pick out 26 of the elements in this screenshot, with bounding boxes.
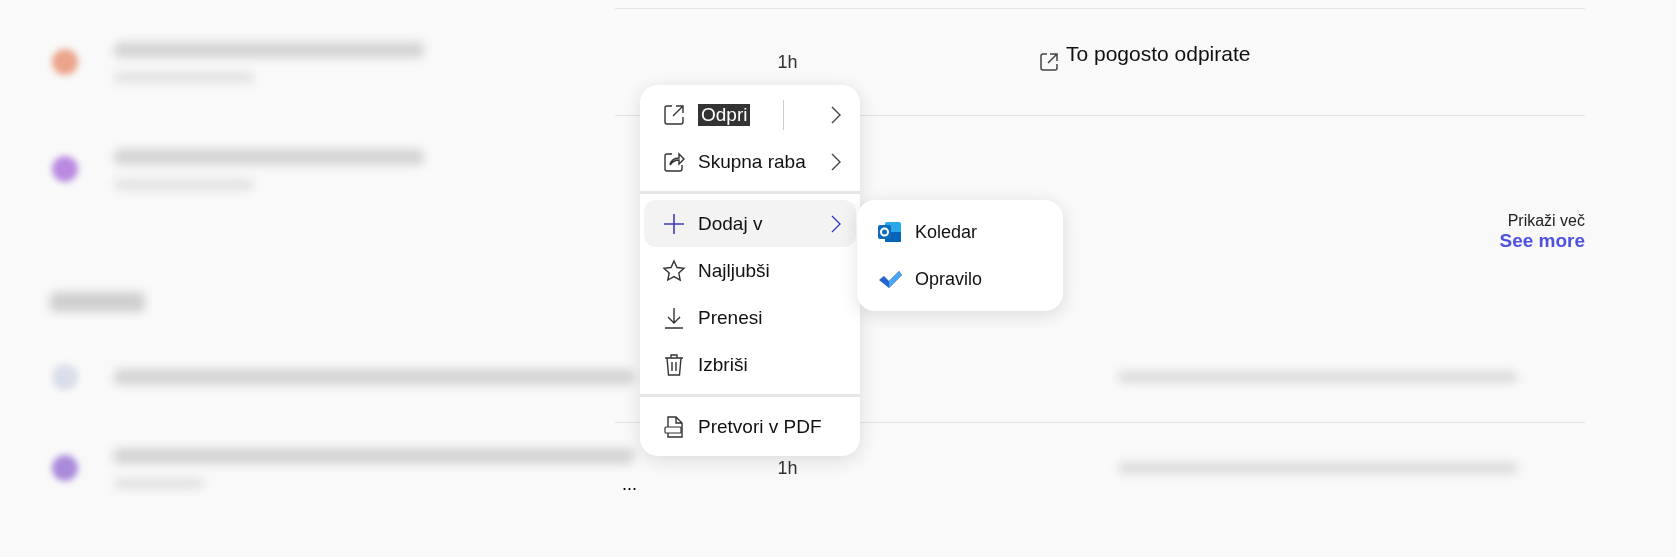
calendar-app-icon: [877, 220, 903, 245]
chevron-right-icon: [830, 213, 842, 234]
see-more-link[interactable]: See more: [1499, 230, 1585, 252]
menu-item[interactable]: Skupna raba: [644, 138, 856, 185]
menu-item[interactable]: Prenesi: [644, 294, 856, 341]
time-label: 1h: [777, 457, 798, 478]
menu-item[interactable]: Dodaj v: [644, 200, 856, 247]
menu-item[interactable]: Najljubši: [644, 247, 856, 294]
submenu-item[interactable]: Koledar: [877, 220, 1043, 245]
download-icon: [662, 305, 686, 330]
chevron-right-icon: [830, 104, 842, 125]
open-external-icon: [662, 102, 686, 127]
menu-item[interactable]: Odpri: [644, 91, 856, 138]
plus-icon: [662, 211, 686, 236]
star-icon: [662, 258, 686, 283]
reason-text: To pogosto odpirate: [1066, 42, 1251, 66]
trash-icon: [662, 352, 686, 377]
menu-item[interactable]: Izbriši: [644, 341, 856, 388]
chevron-right-icon: [830, 151, 842, 172]
time-label: 1h: [777, 51, 798, 72]
open-external-icon: [1038, 51, 1060, 73]
menu-item[interactable]: Pretvori v PDF: [644, 403, 856, 450]
ellipsis-text: ...: [622, 474, 637, 495]
pdf-file-icon: [662, 414, 686, 439]
show-more-text: Prikaži več: [1507, 212, 1585, 230]
submenu-item[interactable]: Opravilo: [877, 268, 1043, 291]
